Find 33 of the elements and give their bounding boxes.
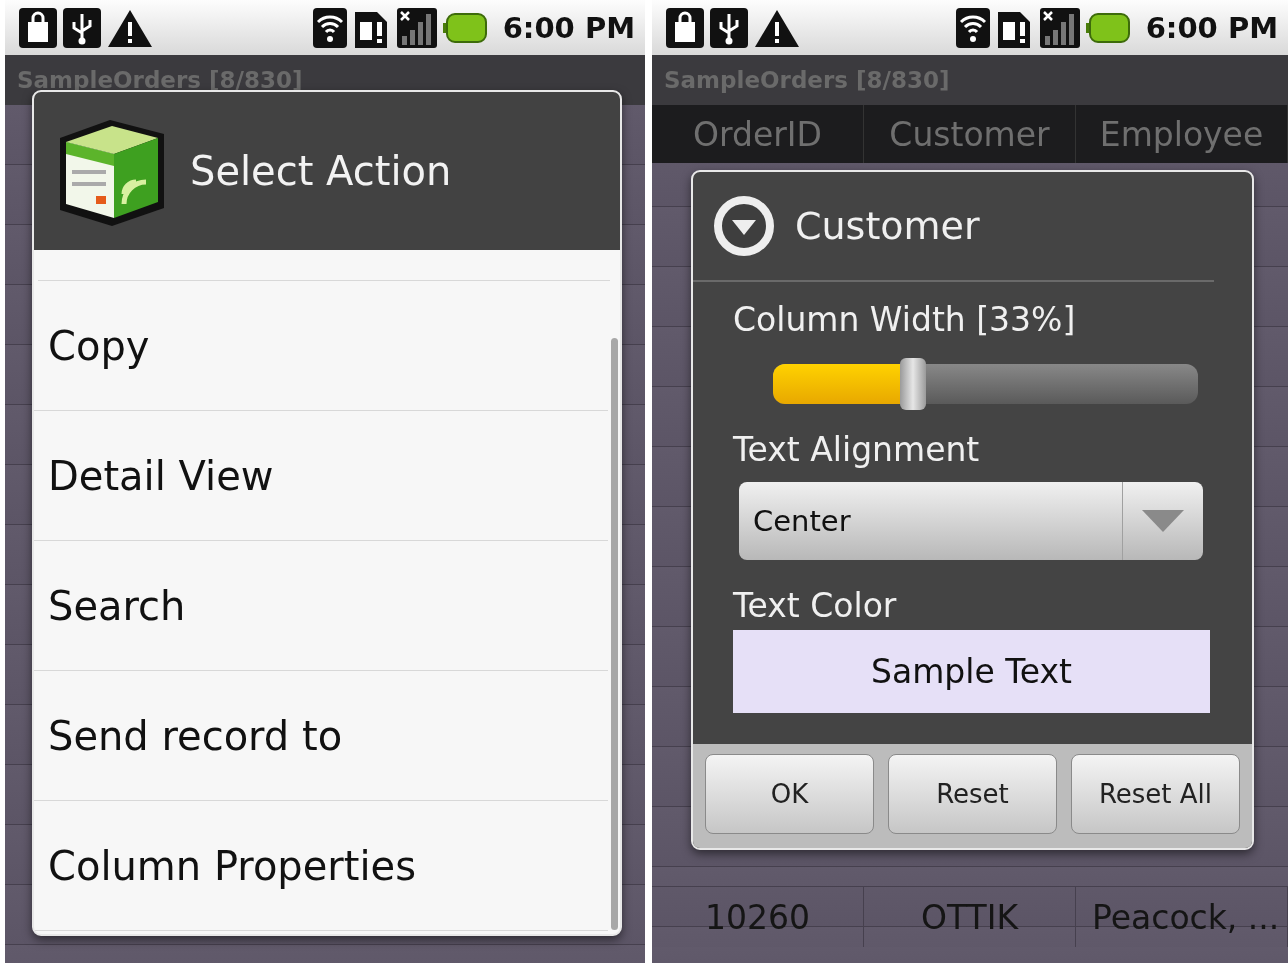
- field-label: Text Color: [733, 584, 898, 627]
- dialog-title: Customer: [795, 204, 980, 248]
- wifi-icon: [955, 7, 990, 48]
- caret-down-icon: [1142, 510, 1184, 532]
- shopping-bag-icon: [19, 7, 57, 48]
- signal-icon: [396, 7, 437, 48]
- clock-time: 6:00 PM: [502, 10, 635, 45]
- table-cell: OTTIK: [864, 887, 1076, 947]
- color-sample-field[interactable]: Sample Text: [733, 630, 1210, 713]
- menu-item[interactable]: Detail View: [34, 411, 608, 541]
- slider-thumb[interactable]: [900, 358, 927, 410]
- menu-item[interactable]: Search: [34, 541, 608, 671]
- usb-icon: [710, 7, 748, 48]
- table-cell: 10260: [652, 887, 864, 947]
- menu-item[interactable]: Copy: [34, 281, 608, 411]
- signal-icon: [1039, 7, 1080, 48]
- clock-time: 6:00 PM: [1145, 10, 1278, 45]
- dialog-button[interactable]: Reset All: [1071, 754, 1240, 834]
- dialog-button[interactable]: OK: [705, 754, 874, 834]
- battery-icon: [1085, 12, 1130, 43]
- wifi-icon: [312, 7, 347, 48]
- dialog-button[interactable]: Reset: [888, 754, 1057, 834]
- shopping-bag-icon: [666, 7, 704, 48]
- caret-circle-icon: [713, 195, 775, 257]
- dialog-title: Select Action: [190, 148, 452, 194]
- battery-icon: [442, 12, 487, 43]
- table-cell: Peacock, ...: [1076, 887, 1288, 947]
- menu-item[interactable]: Send record to: [34, 671, 608, 801]
- usb-icon: [63, 7, 101, 48]
- field-label: Text Alignment: [733, 428, 981, 471]
- menu-item[interactable]: Column Properties: [34, 801, 608, 931]
- field-label: Column Width [33%]: [733, 298, 1077, 341]
- alignment-dropdown[interactable]: Center: [739, 482, 1203, 560]
